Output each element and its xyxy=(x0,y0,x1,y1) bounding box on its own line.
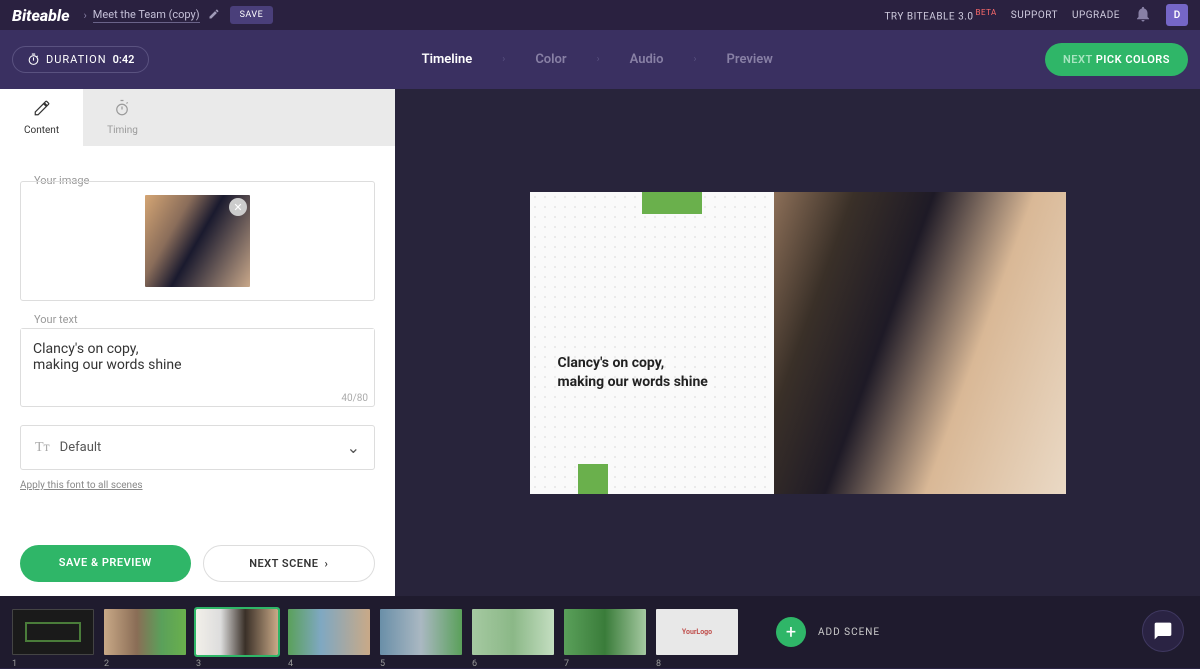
step-color[interactable]: Color xyxy=(535,52,566,67)
font-select[interactable]: Tт Default ⌄ xyxy=(20,425,375,470)
bell-icon[interactable] xyxy=(1134,5,1152,26)
timeline-scene-1[interactable]: 1 xyxy=(12,609,94,655)
chat-button[interactable] xyxy=(1142,610,1184,652)
your-text-label: Your text xyxy=(30,313,82,326)
timeline-scene-6[interactable]: 6 xyxy=(472,609,554,655)
image-upload-box[interactable]: ✕ xyxy=(20,181,375,301)
remove-image-button[interactable]: ✕ xyxy=(229,198,247,216)
stopwatch-icon xyxy=(113,99,131,121)
timeline-scene-4[interactable]: 4 xyxy=(288,609,370,655)
breadcrumb-sep: › xyxy=(83,9,86,22)
save-button[interactable]: SAVE xyxy=(230,6,274,24)
char-count: 40/80 xyxy=(21,391,374,406)
chevron-right-icon: › xyxy=(502,54,505,65)
timeline-scene-2[interactable]: 2 xyxy=(104,609,186,655)
support-link[interactable]: SUPPORT xyxy=(1011,10,1058,21)
tab-content[interactable]: Content xyxy=(0,89,83,146)
chevron-right-icon: › xyxy=(597,54,600,65)
step-audio[interactable]: Audio xyxy=(630,52,664,67)
timeline-scene-7[interactable]: 7 xyxy=(564,609,646,655)
try-v3-link[interactable]: TRY BITEABLE 3.0BETA xyxy=(884,8,996,22)
timeline-scene-5[interactable]: 5 xyxy=(380,609,462,655)
chevron-right-icon: › xyxy=(324,557,328,570)
tab-timing[interactable]: Timing xyxy=(83,89,162,146)
green-accent xyxy=(642,192,702,214)
next-pick-colors-button[interactable]: NEXT PICK COLORS xyxy=(1045,43,1188,76)
green-accent xyxy=(578,464,608,494)
upgrade-link[interactable]: UPGRADE xyxy=(1072,10,1120,21)
chat-icon xyxy=(1153,621,1173,641)
font-icon: Tт xyxy=(35,440,50,456)
scene-text-input[interactable] xyxy=(21,329,374,387)
save-preview-button[interactable]: SAVE & PREVIEW xyxy=(20,545,191,582)
scene-preview-text: Clancy's on copy, making our words shine xyxy=(558,354,746,392)
font-name: Default xyxy=(60,440,337,455)
add-scene-button[interactable]: + ADD SCENE xyxy=(776,617,880,647)
duration-label: DURATION xyxy=(46,53,107,66)
step-timeline[interactable]: Timeline xyxy=(422,52,473,67)
duration-pill[interactable]: DURATION 0:42 xyxy=(12,46,149,73)
pencil-icon xyxy=(33,99,51,121)
project-title[interactable]: Meet the Team (copy) xyxy=(93,8,200,23)
scene-preview-image xyxy=(774,192,1066,494)
edit-title-icon[interactable] xyxy=(208,8,220,23)
apply-font-all-link[interactable]: Apply this font to all scenes xyxy=(20,480,143,491)
plus-icon: + xyxy=(776,617,806,647)
user-avatar[interactable]: D xyxy=(1166,4,1188,26)
chevron-down-icon: ⌄ xyxy=(347,438,360,457)
next-scene-button[interactable]: NEXT SCENE› xyxy=(203,545,376,582)
stopwatch-icon xyxy=(27,53,40,66)
chevron-right-icon: › xyxy=(694,54,697,65)
timeline-scene-3[interactable]: 3 xyxy=(196,609,278,655)
stepper: Timeline › Color › Audio › Preview xyxy=(422,52,773,67)
image-thumbnail[interactable]: ✕ xyxy=(145,195,250,287)
canvas: Clancy's on copy, making our words shine xyxy=(395,89,1200,596)
duration-value: 0:42 xyxy=(113,53,135,66)
logo[interactable]: Biteable xyxy=(12,6,69,25)
step-preview[interactable]: Preview xyxy=(727,52,773,67)
timeline-scene-8[interactable]: 8 xyxy=(656,609,738,655)
scene-preview: Clancy's on copy, making our words shine xyxy=(530,192,1066,494)
timeline: 1 2 3 4 5 6 7 8 + ADD SCENE xyxy=(0,596,1200,668)
